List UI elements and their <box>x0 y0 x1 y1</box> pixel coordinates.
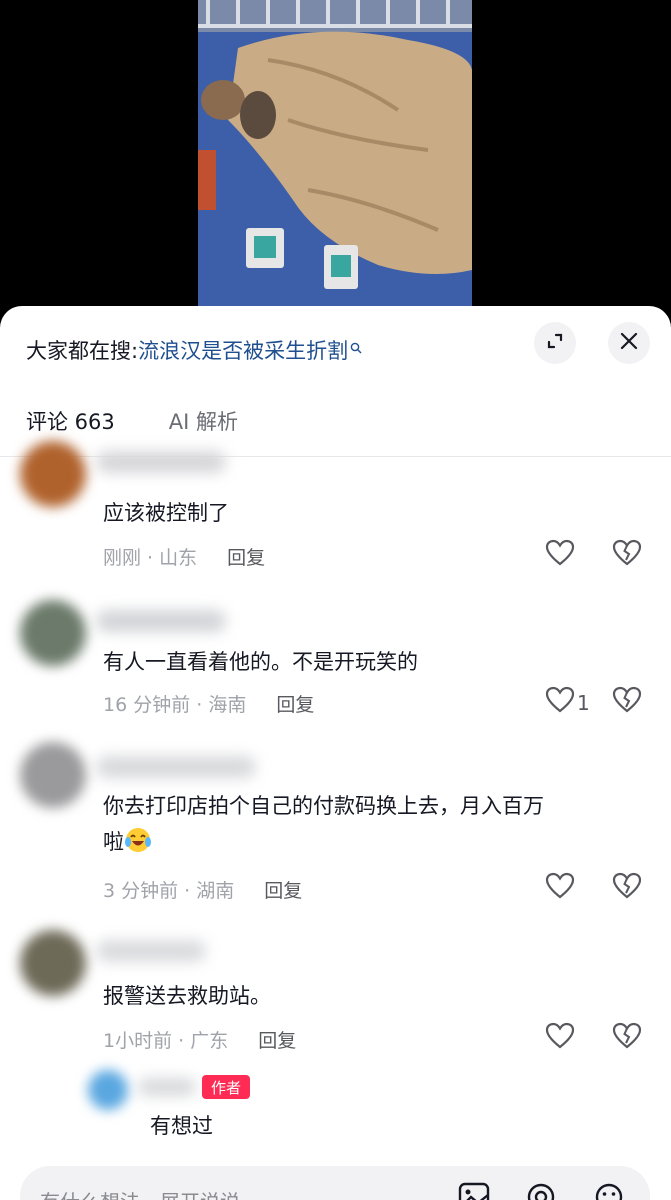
dislike-button[interactable] <box>612 1022 642 1054</box>
reply-button[interactable]: 回复 <box>227 543 265 570</box>
tab-comments[interactable]: 评论 663 <box>26 406 115 436</box>
broken-heart-icon <box>612 1022 642 1054</box>
expand-button[interactable] <box>534 322 576 364</box>
comment-meta: 16 分钟前 · 海南 回复 <box>103 690 314 717</box>
comment-text: 你去打印店拍个自己的付款码换上去，月入百万 啦 <box>103 788 643 865</box>
close-icon <box>619 331 639 355</box>
laughing-crying-emoji <box>124 826 152 865</box>
dislike-button[interactable] <box>612 686 642 718</box>
reply-button[interactable]: 回复 <box>264 876 302 903</box>
comment-text-line: 你去打印店拍个自己的付款码换上去，月入百万 <box>103 794 544 818</box>
avatar <box>20 930 86 996</box>
avatar <box>20 742 86 808</box>
username-blurred <box>96 451 226 473</box>
trending-search[interactable]: 大家都在搜: 流浪汉是否被采生折割 <box>26 334 362 366</box>
trending-search-link[interactable]: 流浪汉是否被采生折割 <box>138 335 348 365</box>
username-blurred <box>96 756 256 778</box>
video-area[interactable] <box>0 0 671 320</box>
comment-tabs: 评论 663 AI 解析 <box>26 406 238 436</box>
comment-meta: 1小时前 · 广东 回复 <box>103 1026 296 1053</box>
heart-icon <box>545 872 575 905</box>
like-count: 1 <box>577 690 590 715</box>
like-button[interactable] <box>545 872 575 905</box>
comment-time-location: 1小时前 · 广东 <box>103 1030 229 1052</box>
mention-icon[interactable] <box>526 1182 556 1200</box>
username-blurred <box>96 940 206 962</box>
reply-button[interactable]: 回复 <box>276 690 314 717</box>
comment-time-location: 3 分钟前 · 湖南 <box>103 880 235 902</box>
broken-heart-icon <box>612 539 642 571</box>
dislike-button[interactable] <box>612 539 642 571</box>
dislike-button[interactable] <box>612 872 642 904</box>
like-button[interactable] <box>545 539 575 572</box>
avatar <box>20 441 86 507</box>
image-icon[interactable] <box>458 1182 490 1200</box>
comment-meta: 3 分钟前 · 湖南 回复 <box>103 876 302 903</box>
author-badge: 作者 <box>202 1075 250 1099</box>
username-blurred <box>138 1078 196 1096</box>
video-frame-image <box>198 0 472 306</box>
comment-text: 有人一直看着他的。不是开玩笑的 <box>103 650 418 674</box>
comment-text: 应该被控制了 <box>103 501 229 525</box>
comment-input-placeholder: 有什么想法，展开说说 <box>40 1186 240 1200</box>
tab-ai-analysis[interactable]: AI 解析 <box>169 406 238 436</box>
comment-text: 报警送去救助站。 <box>103 984 271 1008</box>
broken-heart-icon <box>612 872 642 904</box>
reply-button[interactable]: 回复 <box>258 1026 296 1053</box>
reply-text: 有想过 <box>150 1114 213 1138</box>
comment-time-location: 16 分钟前 · 海南 <box>103 694 247 716</box>
comment-time-location: 刚刚 · 山东 <box>103 547 198 569</box>
trending-search-prefix: 大家都在搜: <box>26 339 139 363</box>
heart-icon <box>545 539 575 572</box>
comment-meta: 刚刚 · 山东 回复 <box>103 543 265 570</box>
like-button[interactable] <box>545 1022 575 1055</box>
heart-icon <box>545 686 575 719</box>
search-icon <box>350 342 362 358</box>
expand-icon <box>544 330 566 356</box>
comment-text-line: 啦 <box>103 824 643 865</box>
comment-input[interactable]: 有什么想法，展开说说 <box>20 1166 650 1200</box>
comment-sheet: 大家都在搜: 流浪汉是否被采生折割 评论 663 AI 解析 应该被控制了 刚刚… <box>0 306 671 1200</box>
heart-icon <box>545 1022 575 1055</box>
avatar <box>88 1070 128 1110</box>
avatar <box>20 600 86 666</box>
username-blurred <box>96 610 226 632</box>
close-button[interactable] <box>608 322 650 364</box>
like-button[interactable]: 1 <box>545 686 590 719</box>
emoji-icon[interactable] <box>594 1182 624 1200</box>
broken-heart-icon <box>612 686 642 718</box>
